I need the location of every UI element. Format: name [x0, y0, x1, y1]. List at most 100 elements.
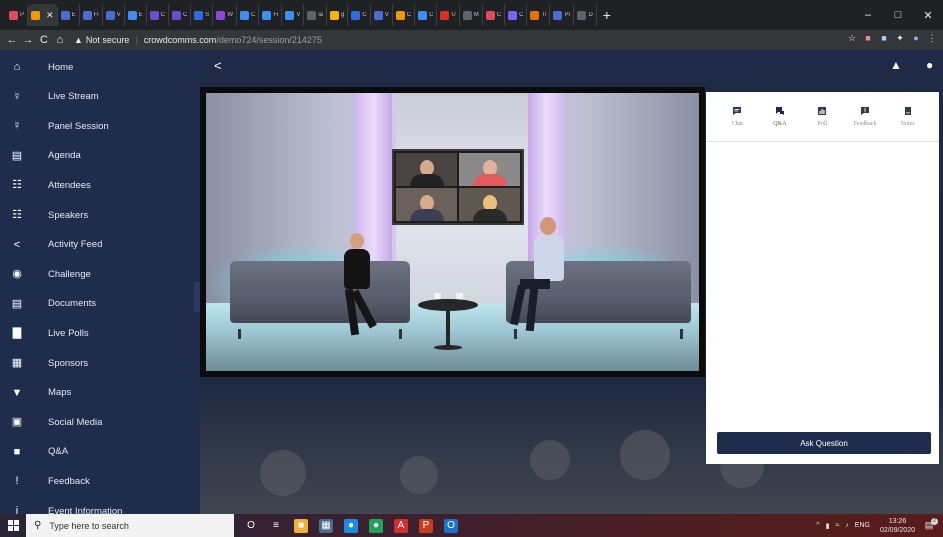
chrome-icon[interactable]: ●	[369, 518, 383, 533]
browser-tab[interactable]: Pr	[550, 4, 575, 26]
tab-notes[interactable]: Notes	[886, 92, 929, 141]
volume-icon[interactable]: ♪	[845, 522, 849, 529]
browser-tab[interactable]: E	[125, 4, 147, 26]
sidebar-item-home[interactable]: ⌂ Home	[0, 56, 200, 78]
browser-tab[interactable]: Fi	[259, 4, 283, 26]
tab-qa[interactable]: Q&A	[759, 92, 802, 141]
sidebar-item-feedback[interactable]: ! Feedback	[0, 470, 200, 492]
windows-start-button[interactable]	[0, 514, 26, 537]
tray-chevron-icon[interactable]: ^	[816, 522, 819, 529]
browser-tab[interactable]: Fi	[80, 4, 103, 26]
bell-icon[interactable]: ▲	[890, 58, 902, 72]
browser-tab[interactable]: S	[191, 4, 214, 26]
powerpoint-icon[interactable]: P	[419, 518, 433, 533]
browser-tab[interactable]: E	[58, 4, 80, 26]
language-indicator[interactable]: ENG	[855, 522, 870, 529]
ask-question-button[interactable]: Ask Question	[717, 432, 931, 454]
sidebar-item-live-stream[interactable]: ☿ Live Stream	[0, 86, 200, 108]
maximize-button[interactable]: □	[883, 0, 913, 30]
reload-icon[interactable]: C	[36, 34, 52, 46]
browser-tab[interactable]: C	[505, 4, 528, 26]
system-tray: ^ ▮ ≈ ♪ ENG 13:26 02/09/2020 ▤ 2	[816, 514, 943, 537]
tab-label: Feedback	[853, 121, 877, 127]
back-chevron-icon[interactable]: <	[214, 58, 222, 73]
browser-tab[interactable]: V	[282, 4, 305, 26]
browser-tab[interactable]: C	[415, 4, 438, 26]
outlook-icon[interactable]: O	[444, 518, 458, 533]
sidebar-item-panel-session[interactable]: ☿ Panel Session	[0, 115, 200, 137]
taskbar-clock[interactable]: 13:26 02/09/2020	[880, 517, 915, 535]
tab-favicon-icon	[553, 10, 563, 20]
forward-arrow-icon[interactable]: →	[20, 34, 36, 46]
browser-menu-icon[interactable]: ⋮	[927, 33, 937, 43]
browser-tab[interactable]: C	[147, 4, 169, 26]
browser-icon[interactable]: ●	[344, 518, 358, 533]
tab-feedback[interactable]: Feedback	[844, 92, 887, 141]
wifi-icon[interactable]: ≈	[835, 522, 839, 529]
browser-tab[interactable]: W	[213, 4, 237, 26]
back-arrow-icon[interactable]: ←	[4, 34, 20, 46]
extensions-puzzle-icon[interactable]: ✦	[895, 33, 905, 43]
browser-tab[interactable]: C	[393, 4, 416, 26]
sidebar-item-activity-feed[interactable]: < Activity Feed	[0, 234, 200, 256]
new-tab-button[interactable]: +	[603, 7, 611, 23]
live-video-player[interactable]	[200, 87, 705, 377]
sidebar-item-label: Speakers	[48, 209, 89, 221]
participant-tile	[396, 188, 457, 221]
browser-tab[interactable]: la	[304, 4, 328, 26]
browser-tab[interactable]: D	[574, 4, 597, 26]
task-view-icon[interactable]: ≡	[269, 519, 283, 533]
browser-tab[interactable]: C	[169, 4, 192, 26]
minimize-button[interactable]: –	[853, 0, 883, 30]
sofa-leg	[238, 329, 241, 339]
poll-icon	[817, 106, 827, 116]
address-bar: ← → C ⌂ ▲ Not secure | crowdcomms.com /d…	[0, 30, 943, 50]
browser-tab[interactable]: ✕	[28, 4, 58, 26]
battery-icon[interactable]: ▮	[826, 522, 830, 530]
browser-tab[interactable]: V	[103, 4, 125, 26]
taskbar-search-input[interactable]: ⚲ Type here to search	[26, 514, 234, 537]
sidebar-item-attendees[interactable]: ☷ Attendees	[0, 174, 200, 196]
browser-tab[interactable]: C	[237, 4, 260, 26]
bookmark-star-icon[interactable]: ☆	[847, 33, 857, 43]
file-explorer-icon[interactable]: ■	[294, 518, 308, 533]
home-icon[interactable]: ⌂	[52, 34, 68, 46]
cortana-icon[interactable]: O	[244, 519, 258, 533]
browser-tab[interactable]: C	[483, 4, 506, 26]
sidebar-item-agenda[interactable]: ▤ Agenda	[0, 145, 200, 167]
tab-chat[interactable]: Chat	[716, 92, 759, 141]
browser-tab-strip: P ✕ E Fi V E C C S W C Fi Vla g C V C C U M C C Tl Pr D + – □ ✕	[0, 0, 943, 30]
user-icon[interactable]: ●	[926, 58, 933, 72]
browser-tab[interactable]: Tl	[527, 4, 551, 26]
tab-title: C	[182, 12, 188, 18]
sidebar-item-maps[interactable]: ▼ Maps	[0, 382, 200, 404]
browser-tab[interactable]: V	[371, 4, 393, 26]
sidebar-item-social-media[interactable]: ▣ Social Media	[0, 411, 200, 433]
sidebar-item-live-polls[interactable]: ▇ Live Polls	[0, 322, 200, 344]
tab-title: E	[71, 12, 76, 18]
tab-poll[interactable]: Poll	[801, 92, 844, 141]
profile-avatar-icon[interactable]: ●	[911, 33, 921, 43]
calculator-icon[interactable]: ▦	[319, 518, 333, 533]
close-window-button[interactable]: ✕	[913, 0, 943, 30]
sidebar-item-sponsors[interactable]: ▦ Sponsors	[0, 352, 200, 374]
sidebar-item-q-a[interactable]: ■ Q&A	[0, 441, 200, 463]
browser-tab[interactable]: M	[460, 4, 483, 26]
browser-tab[interactable]: P	[6, 4, 29, 26]
extension-icon[interactable]: ■	[863, 33, 873, 43]
url-field[interactable]: ▲ Not secure | crowdcomms.com /demo724/s…	[74, 32, 834, 48]
extension-icon[interactable]: ■	[879, 33, 889, 43]
sidebar-item-event-information[interactable]: i Event Information	[0, 500, 200, 514]
table-stem	[446, 309, 450, 349]
browser-tab[interactable]: U	[437, 4, 460, 26]
tab-title: P	[20, 12, 25, 18]
close-tab-icon[interactable]: ✕	[46, 10, 54, 21]
sidebar-item-documents[interactable]: ▤ Documents	[0, 293, 200, 315]
sidebar-item-speakers[interactable]: ☷ Speakers	[0, 204, 200, 226]
acrobat-icon[interactable]: A	[394, 518, 408, 533]
browser-tab[interactable]: C	[348, 4, 371, 26]
browser-tab[interactable]: g	[327, 4, 349, 26]
tab-title: Fi	[273, 12, 279, 18]
sidebar-item-challenge[interactable]: ◉ Challenge	[0, 263, 200, 285]
notification-center-icon[interactable]: ▤ 2	[921, 517, 938, 534]
